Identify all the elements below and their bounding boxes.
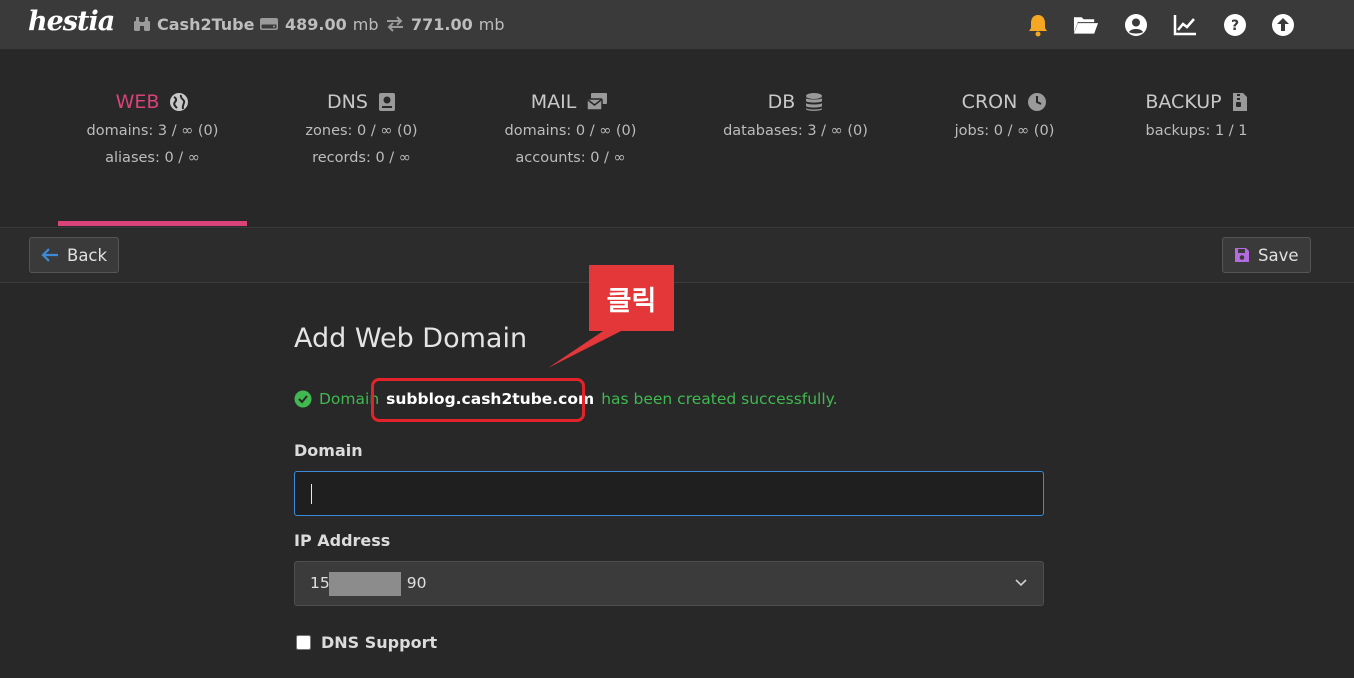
dns-support-label: DNS Support <box>321 633 438 652</box>
page-title: Add Web Domain <box>294 323 528 354</box>
mail-bulk-icon <box>586 93 608 111</box>
stat-line: records: 0 / ∞ <box>312 150 411 166</box>
username: Cash2Tube <box>157 14 255 34</box>
tab-web[interactable]: WEB domains: 3 / ∞ (0) aliases: 0 / ∞ <box>58 90 247 168</box>
tab-cron-label: CRON <box>961 91 1018 113</box>
tab-db-label: DB <box>767 91 796 113</box>
click-callout: 클릭 <box>589 265 674 331</box>
disk-usage: 489.00 mb <box>259 14 379 34</box>
hard-drive-icon <box>260 18 278 30</box>
stat-line: databases: 3 / ∞ (0) <box>723 123 868 139</box>
bandwidth-unit: mb <box>478 14 505 34</box>
stat-line: domains: 3 / ∞ (0) <box>86 123 219 139</box>
redaction-mask <box>329 572 401 596</box>
tab-db[interactable]: DB databases: 3 / ∞ (0) <box>701 90 890 141</box>
action-bar: Back Save <box>0 229 1354 283</box>
alert-suffix: has been created successfully. <box>601 390 838 408</box>
highlight-box <box>371 378 585 422</box>
bandwidth-usage: 771.00 mb <box>385 14 505 34</box>
binoculars-icon <box>134 17 150 31</box>
chevron-down-icon <box>1015 579 1027 587</box>
stat-line: backups: 1 / 1 <box>1145 123 1248 139</box>
stat-line: jobs: 0 / ∞ (0) <box>954 123 1055 139</box>
domain-label: Domain <box>294 441 363 460</box>
transfer-icon <box>387 16 403 32</box>
domain-input[interactable] <box>294 471 1044 516</box>
stat-line: zones: 0 / ∞ (0) <box>305 123 418 139</box>
help-icon[interactable]: ? <box>1222 12 1248 38</box>
disk-unit: mb <box>352 14 379 34</box>
tab-backup[interactable]: BACKUP backups: 1 / 1 <box>1102 90 1291 141</box>
top-bar: hestia Cash2Tube 489.00 mb 771.00 mb ? <box>0 0 1354 50</box>
arrow-left-icon <box>41 248 58 262</box>
file-archive-icon <box>1232 93 1247 111</box>
tab-cron[interactable]: CRON jobs: 0 / ∞ (0) <box>910 90 1099 141</box>
text-caret <box>311 484 312 504</box>
stat-line: aliases: 0 / ∞ <box>105 150 200 166</box>
dns-support-input[interactable] <box>296 635 311 650</box>
bandwidth-value: 771.00 <box>411 14 473 34</box>
folder-icon[interactable] <box>1073 12 1099 38</box>
tab-mail-label: MAIL <box>530 91 577 113</box>
svg-text:?: ? <box>1231 18 1239 34</box>
stat-line: domains: 0 / ∞ (0) <box>504 123 637 139</box>
upload-icon[interactable] <box>1270 12 1296 38</box>
chart-line-icon[interactable] <box>1172 12 1198 38</box>
tab-web-label: WEB <box>115 91 160 113</box>
back-button-label: Back <box>67 245 108 265</box>
bell-icon[interactable] <box>1025 12 1051 38</box>
disk-value: 489.00 <box>285 14 347 34</box>
hestia-logo[interactable]: hestia <box>28 6 115 37</box>
back-button[interactable]: Back <box>29 237 120 273</box>
save-button-label: Save <box>1258 245 1299 265</box>
tab-dns-label: DNS <box>327 91 368 113</box>
stat-line: accounts: 0 / ∞ <box>515 150 626 166</box>
tab-backup-label: BACKUP <box>1145 91 1222 113</box>
save-icon <box>1235 248 1249 262</box>
active-tab-indicator <box>58 221 247 226</box>
check-circle-icon <box>294 390 312 408</box>
book-icon <box>378 93 395 111</box>
save-button[interactable]: Save <box>1222 237 1311 273</box>
user-indicator[interactable]: Cash2Tube <box>133 14 254 34</box>
clock-icon <box>1028 93 1047 111</box>
tab-mail[interactable]: MAIL domains: 0 / ∞ (0) accounts: 0 / ∞ <box>476 90 665 168</box>
tab-dns[interactable]: DNS zones: 0 / ∞ (0) records: 0 / ∞ <box>267 90 456 168</box>
stats-panel: WEB domains: 3 / ∞ (0) aliases: 0 / ∞ DN… <box>0 50 1354 228</box>
ip-address-label: IP Address <box>294 531 391 550</box>
ip-address-select[interactable]: 15 90 <box>294 561 1044 606</box>
globe-icon <box>170 93 189 111</box>
user-icon[interactable] <box>1123 12 1149 38</box>
database-icon <box>806 93 823 111</box>
dns-support-checkbox[interactable]: DNS Support <box>296 633 437 652</box>
